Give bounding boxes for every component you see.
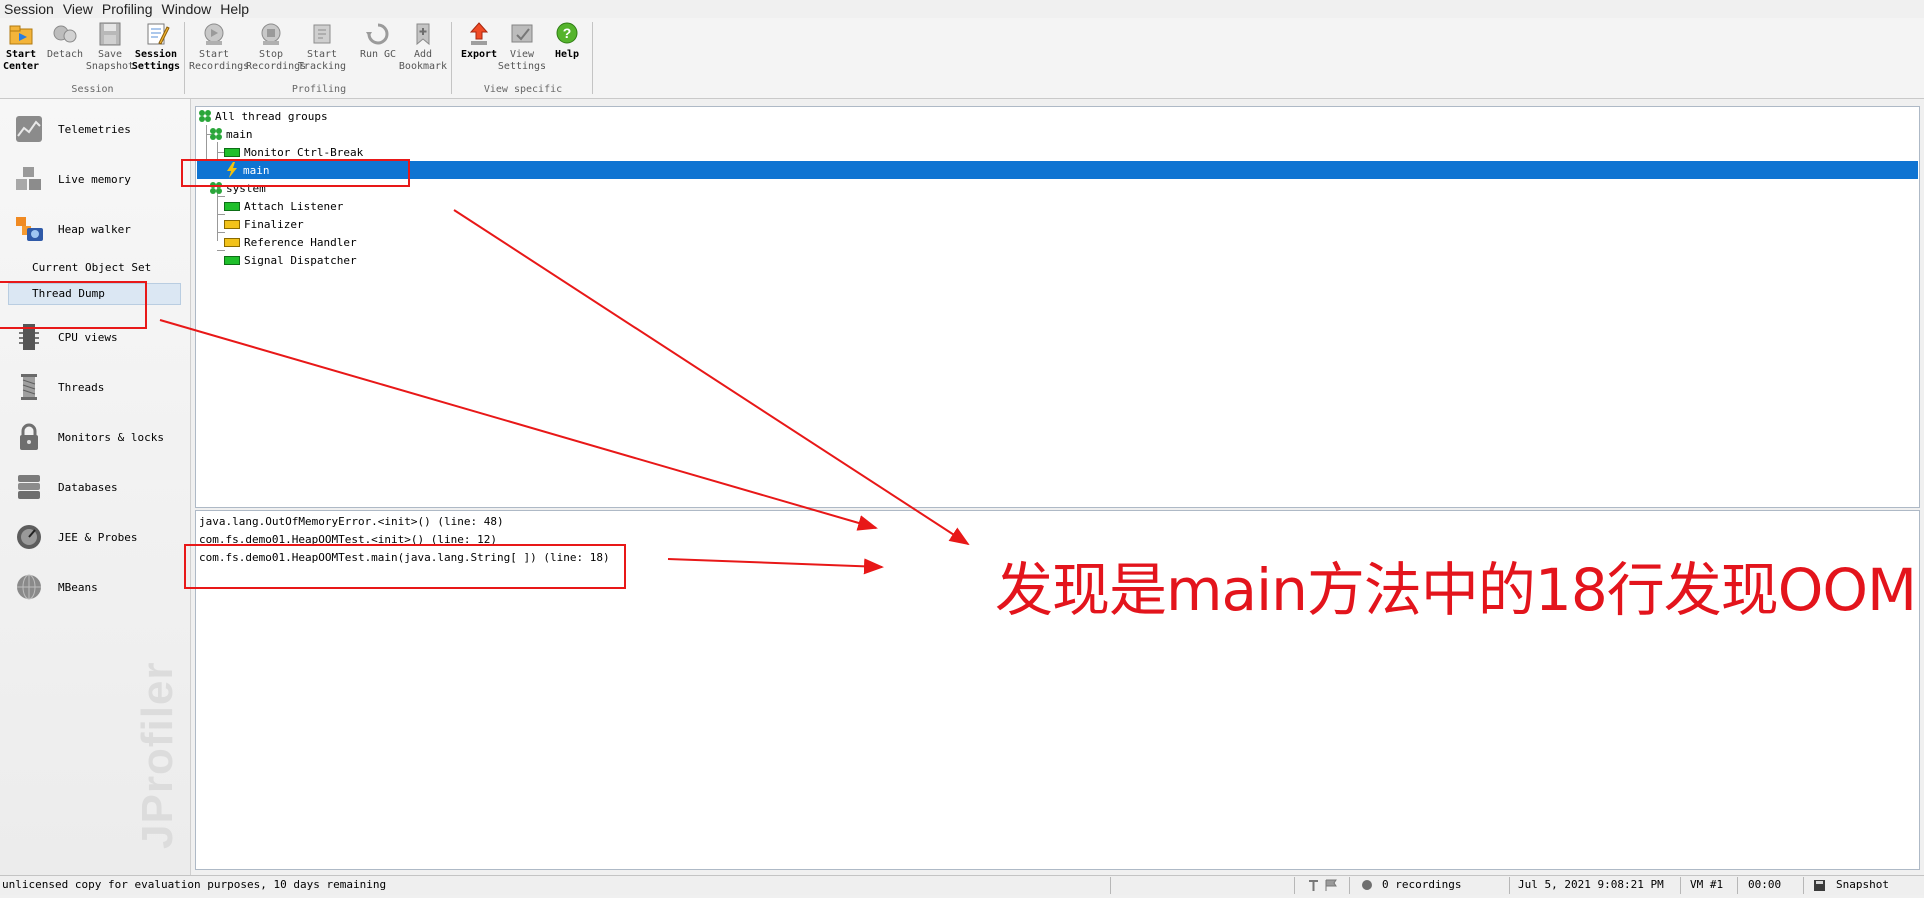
annotation-text: 发现是main方法中的18行发现OOM — [995, 556, 1917, 624]
pin-icon[interactable] — [1307, 879, 1339, 898]
vm-id: VM #1 — [1690, 878, 1724, 891]
arrow-thread-dump-to-stack — [159, 319, 878, 531]
snapshot-disk-icon — [1813, 879, 1826, 898]
arrow-main-thread-to-note — [453, 209, 970, 546]
recordings-count: 0 recordings — [1382, 878, 1462, 891]
license-status: unlicensed copy for evaluation purposes,… — [2, 878, 387, 891]
session-mode: Snapshot — [1836, 878, 1889, 891]
timestamp: Jul 5, 2021 9:08:21 PM — [1518, 878, 1664, 891]
arrow-frame-to-note — [667, 558, 884, 575]
recording-dot-icon — [1361, 879, 1373, 898]
status-bar: unlicensed copy for evaluation purposes,… — [0, 875, 1924, 895]
annotation-arrows — [159, 209, 970, 575]
elapsed-time: 00:00 — [1748, 878, 1782, 891]
